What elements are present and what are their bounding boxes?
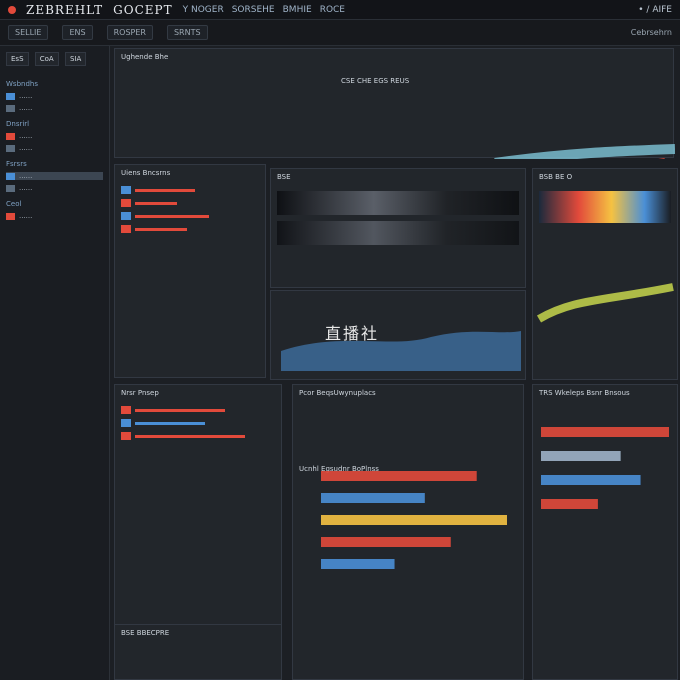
right-wave-chart [536, 283, 674, 323]
list-row[interactable] [121, 199, 259, 207]
row-icon [121, 406, 131, 414]
row-icon [121, 212, 131, 220]
panel-center-chart [270, 290, 526, 380]
subbar-item[interactable]: ENS [62, 25, 93, 40]
app-subtitle: GOCEPT [113, 2, 173, 17]
row-icon [121, 199, 131, 207]
row-icon [121, 419, 131, 427]
chart-b [541, 427, 669, 509]
app-logo-icon [8, 5, 16, 14]
panel-mid-right-title: TRS Wkeleps Bsnr Bnsous [539, 389, 630, 397]
item-icon [6, 132, 15, 140]
row-icon [121, 432, 131, 440]
row-bar [135, 188, 195, 192]
subbar-item[interactable]: ROSPER [106, 25, 153, 40]
watermark-text: 直播社 [325, 324, 380, 343]
header-wave-chart [494, 144, 675, 159]
list-row[interactable] [121, 406, 275, 414]
topnav-item[interactable]: Y NOGER [183, 5, 224, 15]
panel-mid-center-title: Pcor BeqsUwynuplacs [299, 389, 376, 397]
bar-mark [321, 515, 507, 525]
header-panel: Ughende Bhe CSE CHE EGS REUS [114, 48, 675, 159]
bar-mark [541, 499, 598, 509]
sidebar-item[interactable]: ...... [6, 184, 103, 192]
panel-mid-left-title: Nrsr Pnsep [121, 389, 159, 397]
item-icon [6, 144, 15, 152]
list-row[interactable] [121, 432, 275, 440]
sidebar-section: Fsrsrs [6, 160, 27, 168]
row-bar [135, 227, 187, 231]
row-icon [121, 225, 131, 233]
sidebar-item[interactable]: ...... [6, 92, 103, 100]
item-icon [6, 104, 15, 112]
media-thumbnail[interactable] [539, 191, 671, 223]
sidebar-section: Dnsrirl [6, 120, 30, 128]
sidebar-tab[interactable]: EsS [6, 52, 29, 66]
sidebar-tab[interactable]: SIA [64, 52, 87, 66]
area-series [281, 331, 521, 371]
item-icon [6, 212, 15, 220]
panel-mid-right: TRS Wkeleps Bsnr Bnsous [532, 384, 678, 680]
panel-right-top-title: BSB BE O [539, 173, 573, 181]
item-icon [6, 92, 15, 100]
top-right-label[interactable]: • / AIFE [638, 5, 672, 15]
chart-a [321, 471, 507, 569]
row-bar [135, 201, 177, 205]
list-row[interactable] [121, 186, 259, 194]
row-bar [135, 421, 205, 425]
topnav-item[interactable]: BMHIE [283, 5, 312, 15]
panel-center-top: BSE [270, 168, 526, 288]
panel-left-title: Uiens Bncsrns [121, 169, 171, 177]
bar-mark [321, 537, 451, 547]
sidebar-item[interactable]: ...... [6, 144, 103, 152]
sidebar-item[interactable]: ...... [6, 132, 103, 140]
row-icon [121, 186, 131, 194]
sidebar-item[interactable]: ...... [6, 212, 103, 220]
bar-mark [541, 451, 621, 461]
panel-right-top: BSB BE O [532, 168, 678, 380]
panel-left: Uiens Bncsrns [114, 164, 266, 378]
sidebar-item[interactable]: ...... [6, 104, 103, 112]
bar-mark [541, 427, 669, 437]
topnav-item[interactable]: ROCE [320, 5, 345, 15]
subbar-right[interactable]: Cebrsehrn [631, 28, 672, 37]
wave-blue [494, 144, 675, 159]
panel-bottom: BSE BBECPRE [114, 624, 282, 680]
bar-mark [321, 559, 395, 569]
sidebar-section: Ceol [6, 200, 22, 208]
video-strip[interactable] [277, 191, 519, 215]
wave-yellow [536, 283, 674, 323]
row-bar [135, 214, 209, 218]
top-nav: Y NOGER SORSEHE BMHIE ROCE [183, 5, 345, 15]
bar-mark [321, 493, 425, 503]
sub-bar: SELLIE ENS ROSPER SRNTS Cebrsehrn [0, 20, 680, 46]
top-bar: ZEBREHLT GOCEPT Y NOGER SORSEHE BMHIE RO… [0, 0, 680, 20]
list-row[interactable] [121, 212, 259, 220]
row-bar [135, 434, 245, 438]
row-bar [135, 408, 225, 412]
sidebar: EsS CoA SIA Wsbndhs ...... ...... Dnsrir… [0, 46, 110, 680]
bar-mark [541, 475, 641, 485]
subbar-item[interactable]: SELLIE [8, 25, 49, 40]
item-icon [6, 172, 15, 180]
list-row[interactable] [121, 225, 259, 233]
panel-bottom-title: BSE BBECPRE [121, 629, 170, 637]
topnav-item[interactable]: SORSEHE [232, 5, 275, 15]
sidebar-tab[interactable]: CoA [34, 52, 59, 66]
panel-center-top-title: BSE [277, 173, 291, 181]
panel-mid-center: Pcor BeqsUwynuplacs Ucnhl Egsudnr BoPlns… [292, 384, 524, 680]
list-row[interactable] [121, 419, 275, 427]
subbar-item[interactable]: SRNTS [166, 25, 208, 40]
item-icon [6, 184, 15, 192]
sidebar-item[interactable]: ...... [6, 172, 103, 180]
bar-mark [321, 471, 477, 481]
sidebar-section: Wsbndhs [6, 80, 38, 88]
center-area-chart [281, 331, 521, 371]
video-strip[interactable] [277, 221, 519, 245]
app-title: ZEBREHLT [26, 2, 104, 17]
